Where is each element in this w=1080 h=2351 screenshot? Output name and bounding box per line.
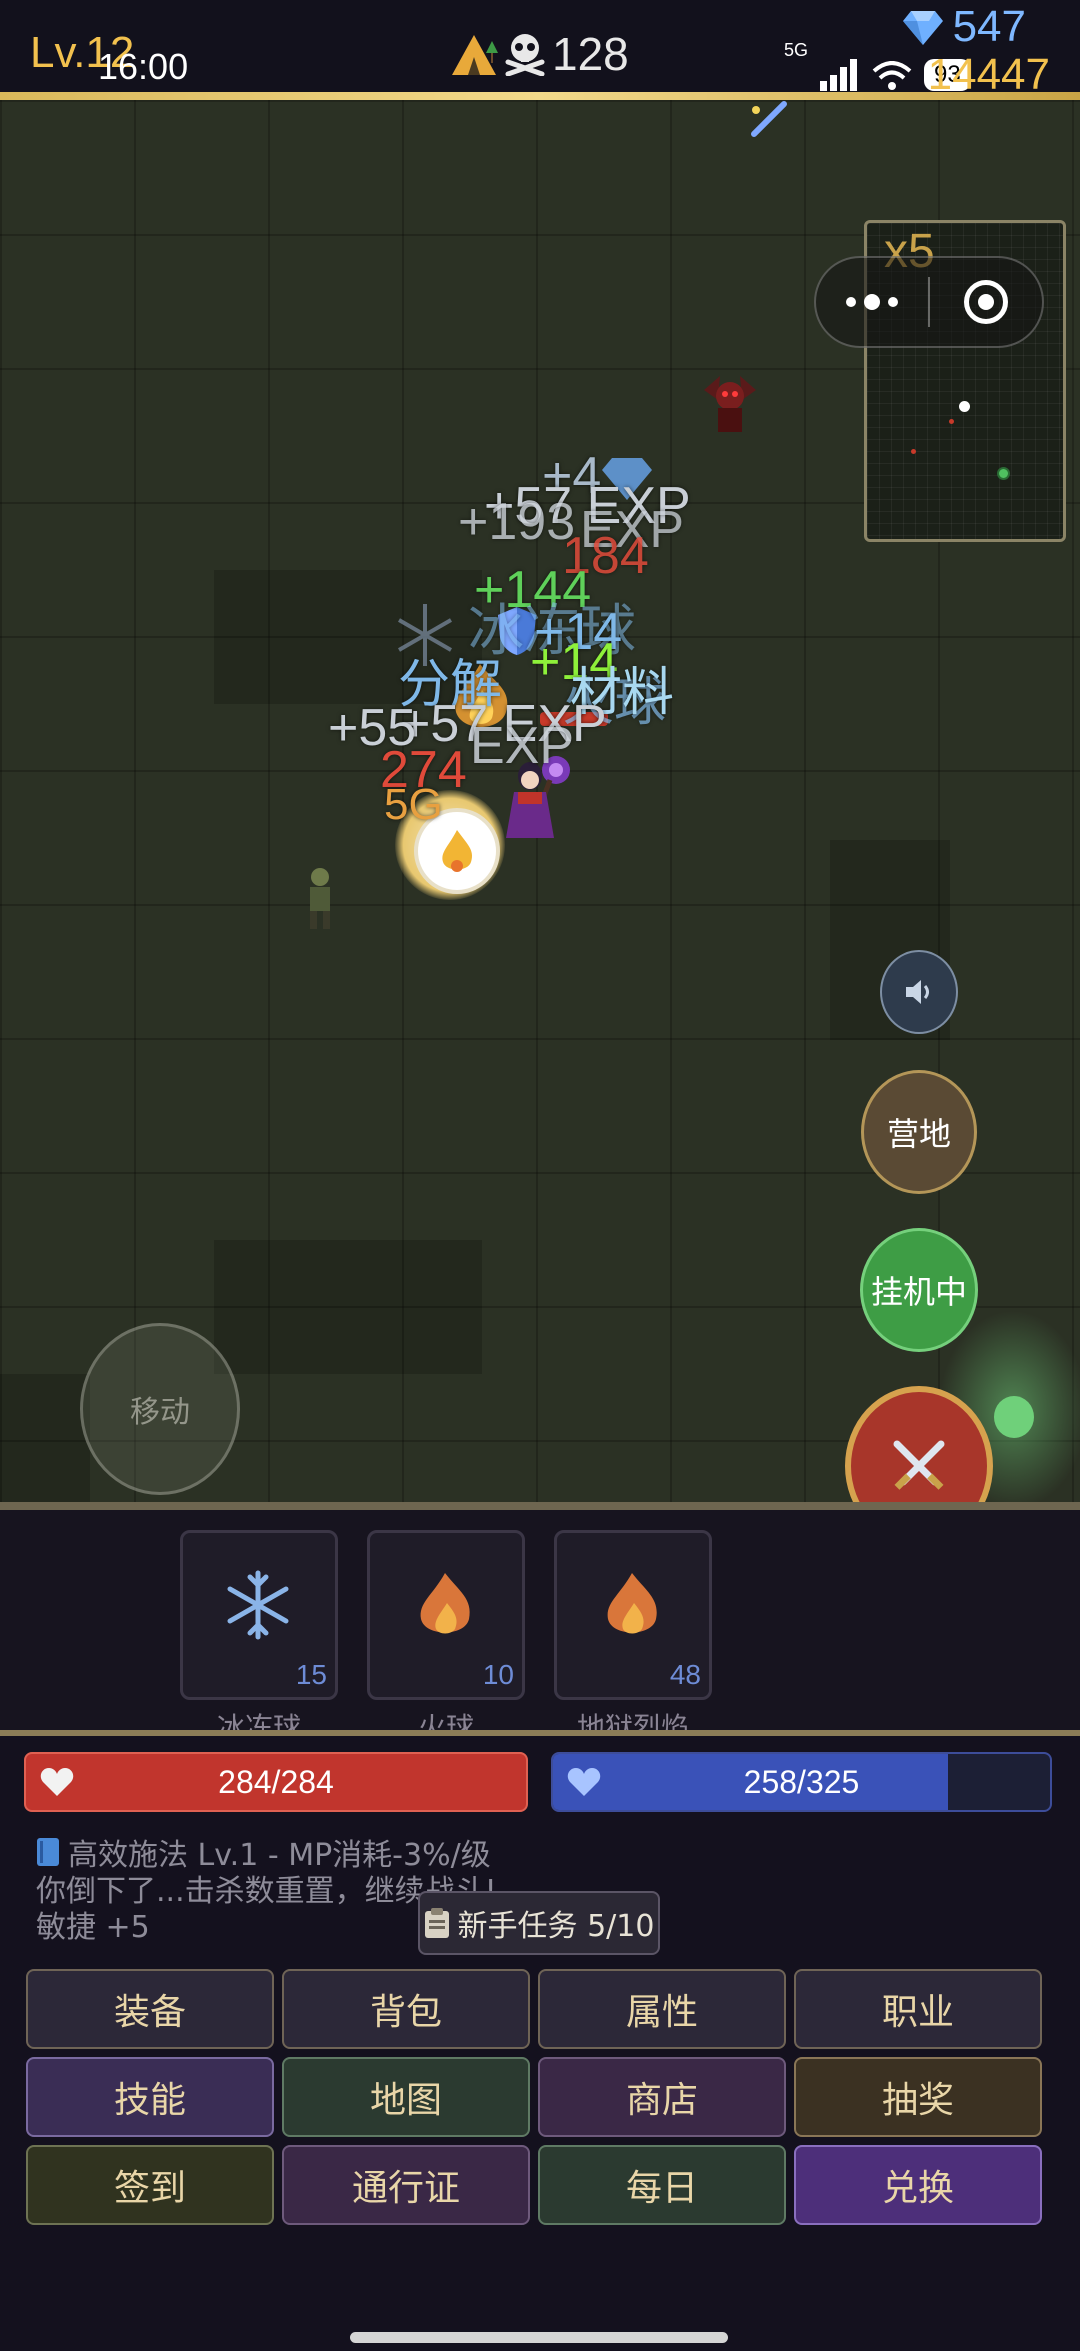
menu-backpack-button[interactable]: 背包 [282,1969,530,2049]
log-line: 敏捷 +5 [36,1910,150,1945]
fire-icon [607,1573,657,1634]
hud-divider [0,92,1080,100]
quest-label: 新手任务 5/10 [457,1909,655,1944]
book-icon [37,1838,59,1866]
mp-bar: 258/325 [551,1752,1052,1812]
more-menu-button[interactable] [816,258,928,346]
kill-count: 128 [552,28,629,80]
zombie-enemy[interactable] [300,865,340,931]
skill-slot-fireball[interactable]: 10 [367,1530,525,1700]
skill-slot-ice-ball[interactable]: 15 [180,1530,338,1700]
demon-enemy[interactable] [700,370,760,440]
menu-map-button[interactable]: 地图 [282,2057,530,2137]
minimap-portal-dot [997,467,1010,480]
camp-button[interactable]: 营地 [861,1070,977,1194]
skill-name: 地狱烈焰 [576,1711,689,1732]
hp-value: 284/284 [218,1763,334,1800]
fire-icon [442,830,473,872]
skill-count: 15 [295,1659,327,1690]
wifi-icon [872,61,912,90]
fire-icon [420,1573,470,1634]
target-circle-icon [977,294,994,310]
more-dots-icon [846,297,856,307]
skill-count: 10 [482,1659,514,1690]
signal-icon [820,59,860,91]
floating-text: 5G [384,780,443,829]
menu-lottery-button[interactable]: 抽奖 [794,2057,1042,2137]
skill-bar-divider [0,1730,1080,1736]
more-dots-icon [864,294,880,310]
mp-value: 258/325 [743,1763,860,1800]
more-dots-icon [888,297,898,307]
floor-shade [214,1240,482,1374]
target-circle-icon [963,280,1008,324]
camp-tent-icon [452,35,498,75]
kill-counter: 128 [450,28,629,80]
floating-text: +193 [458,493,576,551]
skill-name: 冰冻球 [216,1711,301,1732]
clipboard-icon [424,1908,449,1938]
hp-bar: 284/284 [24,1752,528,1812]
network-label: 5G [784,40,809,60]
menu-class-button[interactable]: 职业 [794,1969,1042,2049]
sound-button[interactable] [880,950,958,1034]
menu-battle-pass-button[interactable]: 通行证 [282,2145,530,2225]
top-hud: Lv.12 16:00 128 547 5G 93 14447 [0,0,1080,100]
menu-redeem-button[interactable]: 兑换 [794,2145,1042,2225]
skill-bar: 15 冰冻球 10 火球 48 地狱烈焰 [0,1510,1080,1732]
quest-button[interactable]: 新手任务 5/10 [418,1891,660,1955]
auto-battle-button[interactable]: 挂机中 [860,1228,978,1352]
miniprogram-capsule [814,256,1044,348]
menu-attributes-button[interactable]: 属性 [538,1969,786,2049]
skill-count: 48 [669,1659,701,1690]
speaker-icon [906,980,929,1004]
menu-skills-button[interactable]: 技能 [26,2057,274,2137]
menu-checkin-button[interactable]: 签到 [26,2145,274,2225]
menu-equipment-button[interactable]: 装备 [26,1969,274,2049]
close-miniprogram-button[interactable] [930,258,1042,346]
home-indicator[interactable] [350,2332,728,2343]
floor-shade [0,1374,90,1508]
crossed-swords-icon [893,1440,945,1490]
skill-slot-hellfire[interactable]: 48 [554,1530,712,1700]
skill-name: 火球 [417,1711,474,1732]
minimap-enemy-dot [949,419,954,424]
minimap-player-dot [959,401,970,412]
status-clock: 16:00 [98,46,189,87]
menu-shop-button[interactable]: 商店 [538,2057,786,2137]
minimap-enemy-dot [911,449,916,454]
game-field[interactable]: +4 +57 EXP +193 EXP 184 +144 冰冻球 +14 +14… [0,100,1080,1510]
snowflake-icon [227,1570,289,1640]
move-joystick[interactable]: 移动 [80,1323,240,1495]
projectile-icon [751,101,787,137]
portal-orb [994,1396,1034,1438]
menu-daily-button[interactable]: 每日 [538,2145,786,2225]
skull-crossbones-icon [505,34,545,76]
floating-text: EXP [470,717,575,775]
